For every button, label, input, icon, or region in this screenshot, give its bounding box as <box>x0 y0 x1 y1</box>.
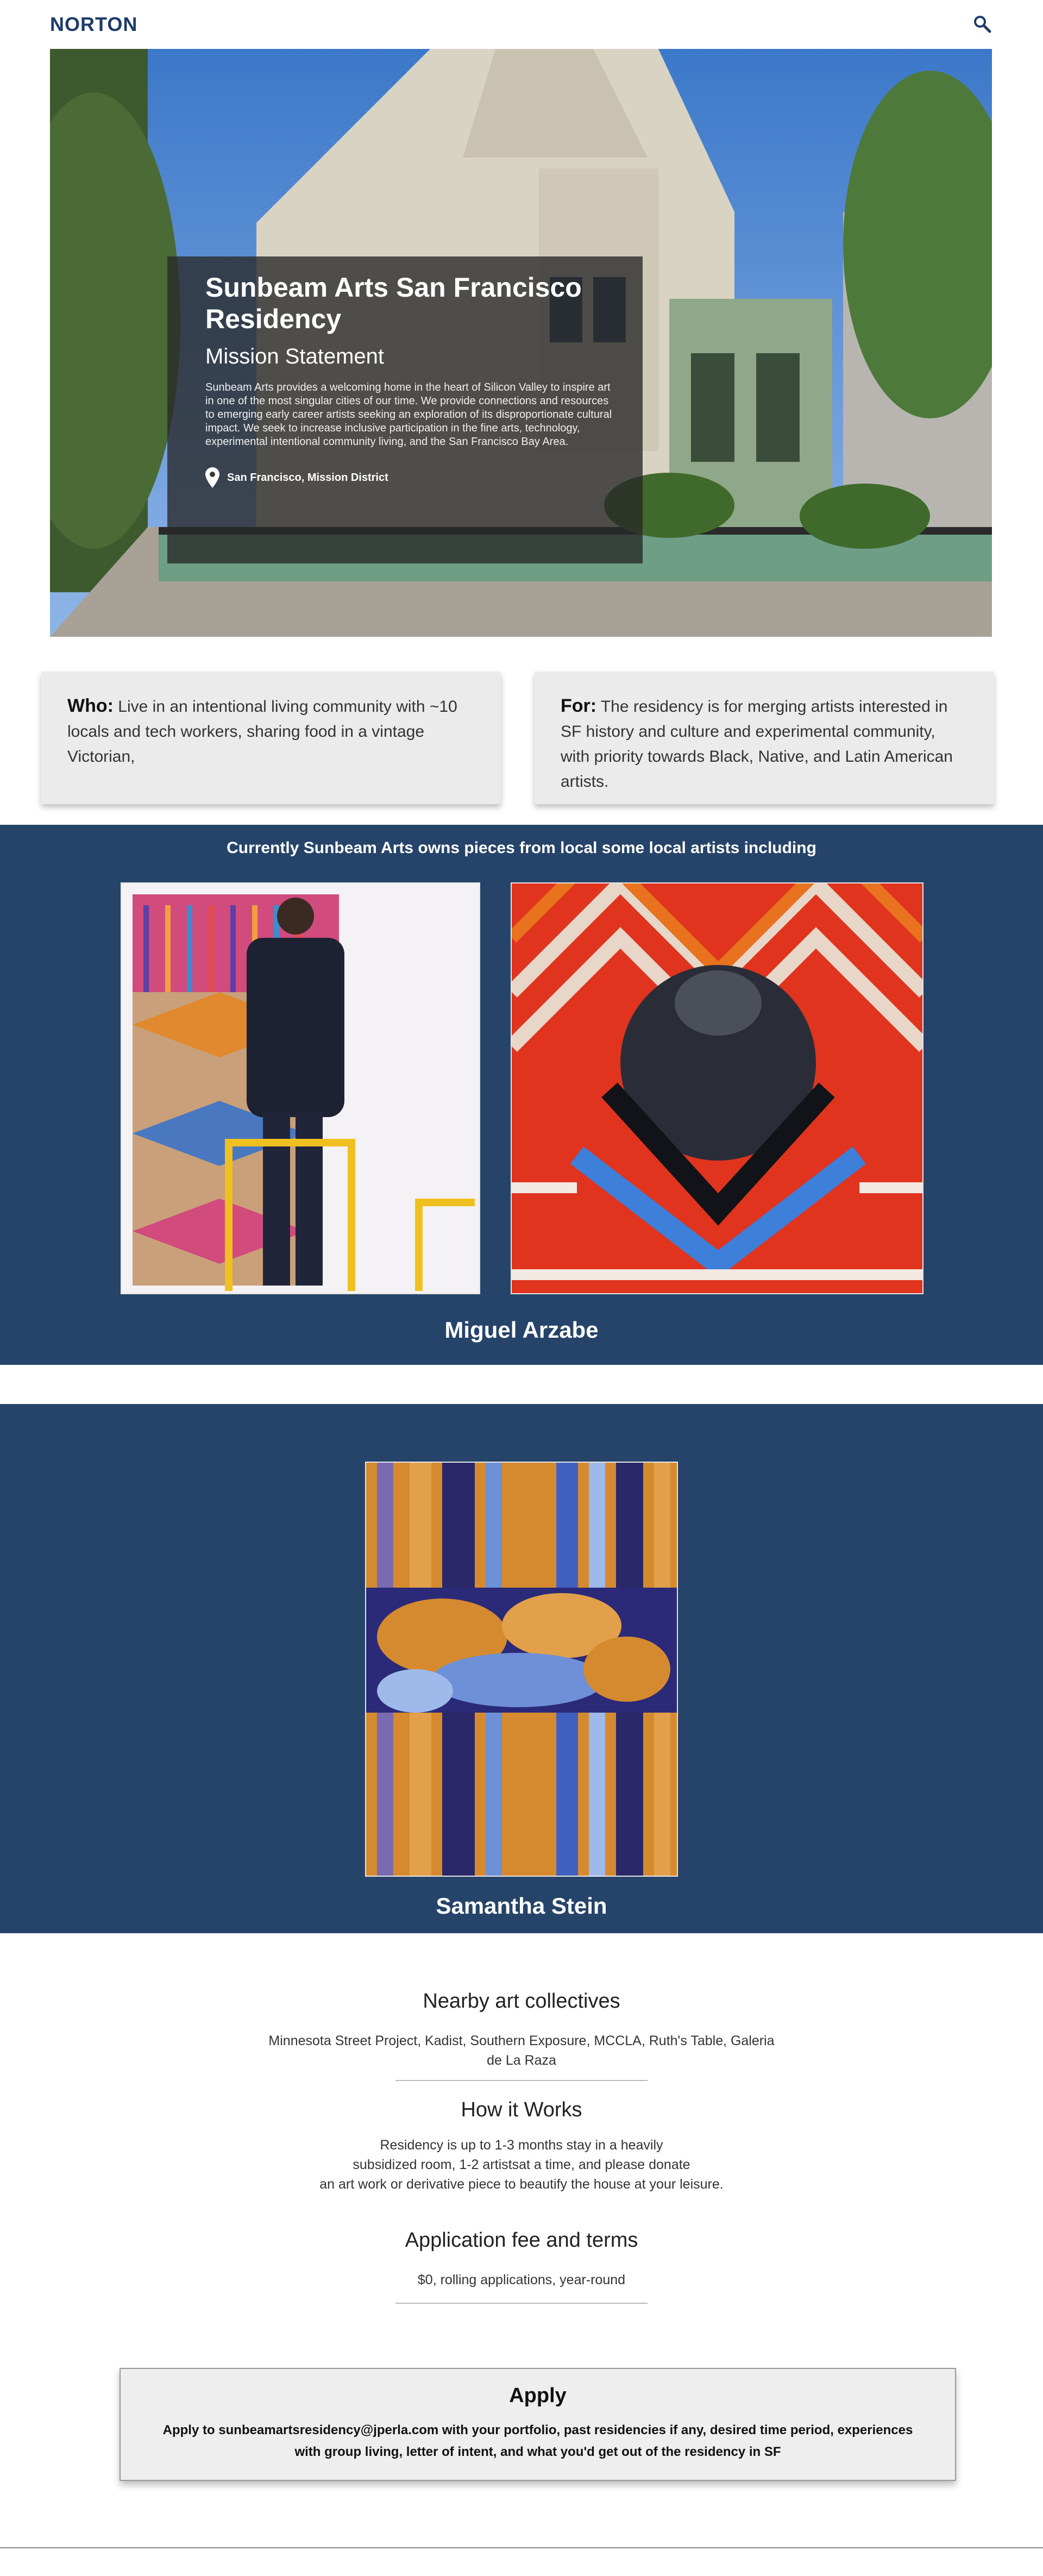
artist-tapestry-artwork <box>511 882 923 1294</box>
glitch-artwork <box>365 1462 678 1877</box>
hero-section: Sunbeam Arts San Francisco Residency Mis… <box>50 49 992 637</box>
location-row: San Francisco, Mission District <box>205 467 605 488</box>
fee-text: $0, rolling applications, year-round <box>417 2272 626 2287</box>
fee-heading: Application fee and terms <box>405 2229 638 2252</box>
how-line-2: subsidized room, 1-2 artistsat a time, a… <box>353 2157 690 2172</box>
how-line-1: Residency is up to 1-3 months stay in a … <box>380 2138 663 2153</box>
who-card: Who: Live in an intentional living commu… <box>41 672 501 804</box>
for-label: For: <box>561 695 597 716</box>
collectives-list: Minnesota Street Project, Kadist, Southe… <box>268 2033 775 2068</box>
divider <box>395 2080 648 2081</box>
search-icon[interactable] <box>972 14 992 34</box>
for-card: For: The residency is for merging artist… <box>535 672 994 804</box>
hero-title: Sunbeam Arts San Francisco Residency <box>205 272 582 334</box>
apply-line-2: with group living, letter of intent, and… <box>294 2445 781 2459</box>
mission-heading: Mission Statement <box>205 344 385 368</box>
artists-heading: Currently Sunbeam Arts owns pieces from … <box>227 839 816 857</box>
for-text: The residency is for merging artists int… <box>561 698 953 791</box>
artist-name-miguel: Miguel Arzabe <box>444 1317 599 1343</box>
how-heading: How it Works <box>461 2098 582 2121</box>
who-text: Live in an intentional living community … <box>67 698 457 766</box>
artist-name-samantha: Samantha Stein <box>436 1893 607 1919</box>
mission-card: Sunbeam Arts San Francisco Residency Mis… <box>167 256 643 563</box>
footer-divider <box>0 2547 1043 2548</box>
artists-section: Currently Sunbeam Arts owns pieces from … <box>0 825 1043 1365</box>
collectives-heading: Nearby art collectives <box>423 1990 620 2013</box>
mission-text: Sunbeam Arts provides a welcoming home i… <box>205 381 612 448</box>
map-pin-icon <box>205 467 219 488</box>
location-text: San Francisco, Mission District <box>227 471 388 484</box>
who-label: Who: <box>67 695 114 716</box>
brand-logo[interactable]: NORTON <box>50 13 137 36</box>
artist-weaving-photo <box>121 882 480 1294</box>
site-header: NORTON <box>0 0 1043 49</box>
apply-line-1: Apply to sunbeamartsresidency@jperla.com… <box>162 2423 913 2437</box>
apply-heading: Apply <box>509 2384 567 2407</box>
apply-card: Apply Apply to sunbeamartsresidency@jper… <box>120 2368 956 2481</box>
artist-section-2: Samantha Stein <box>0 1404 1043 1933</box>
divider <box>395 2303 648 2304</box>
page: NORTON Sunbeam Arts San Francisco Reside… <box>0 0 1043 2576</box>
how-line-3: an art work or derivative piece to beaut… <box>319 2177 724 2192</box>
